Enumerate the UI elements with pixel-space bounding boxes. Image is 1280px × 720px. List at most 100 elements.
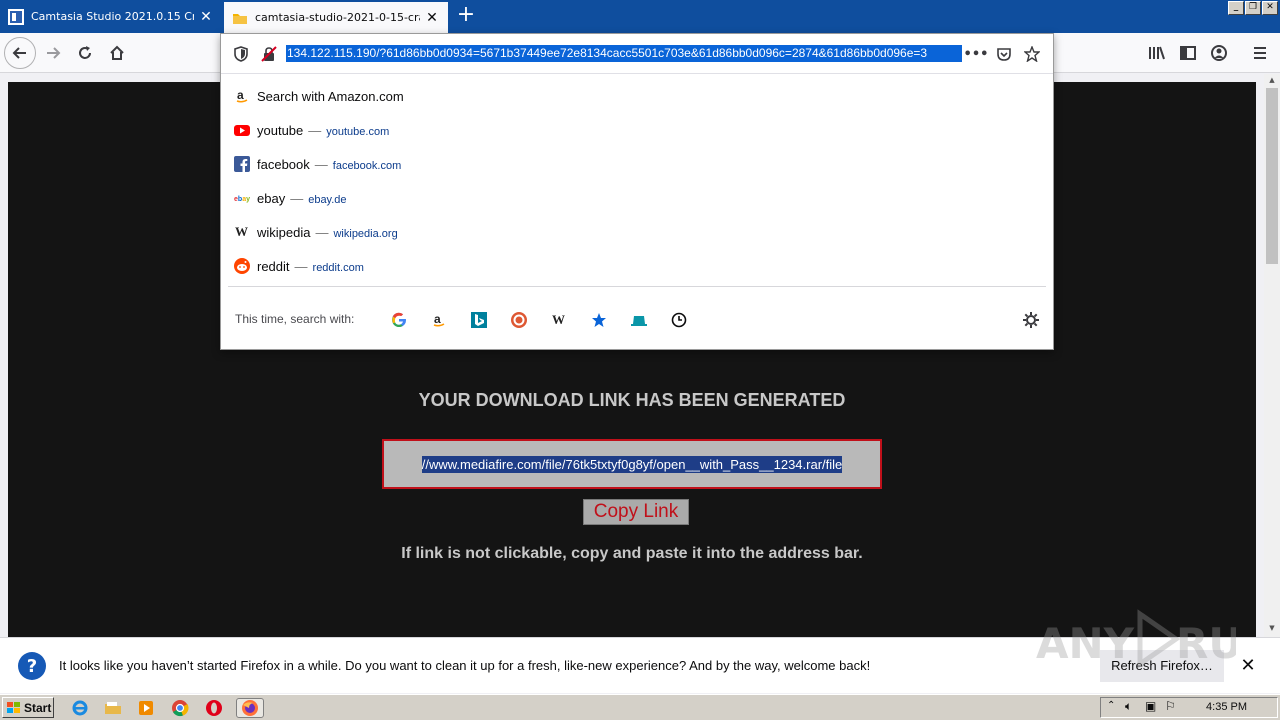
tray-expand-icon[interactable]: ⌃: [1107, 700, 1115, 711]
action-center-flag-icon[interactable]: ⚐: [1165, 699, 1176, 713]
suggestion-ebay[interactable]: ebay ebay — ebay.de: [221, 181, 1053, 215]
wikipedia-icon[interactable]: W: [549, 310, 569, 330]
download-link-box[interactable]: //www.mediafire.com/file/76tk5txtyf0g8yf…: [382, 439, 882, 489]
file-explorer-icon[interactable]: [103, 698, 123, 718]
scroll-up-icon[interactable]: ▲: [1266, 76, 1278, 86]
forward-button[interactable]: [38, 38, 68, 68]
urlbar[interactable]: 134.122.115.190/?61d86bb0d0934=5671b3744…: [221, 34, 1053, 74]
restore-button[interactable]: ❐: [1245, 1, 1261, 15]
media-player-icon[interactable]: [136, 698, 156, 718]
windows-taskbar: Start ⌃ 🔈︎ ▣ ⚐ 4:35 PM: [0, 694, 1280, 720]
home-button[interactable]: [102, 38, 132, 68]
page-actions-button[interactable]: •••: [964, 45, 989, 63]
notification-message: It looks like you haven’t started Firefo…: [59, 658, 871, 673]
dropdown-divider: [228, 286, 1046, 287]
new-tab-button[interactable]: +: [454, 4, 478, 28]
urlbar-dropdown: 134.122.115.190/?61d86bb0d0934=5671b3744…: [220, 33, 1054, 350]
suggestion-youtube[interactable]: youtube — youtube.com: [221, 113, 1053, 147]
suggestion-label: wikipedia: [257, 224, 311, 240]
suggestion-separator: —: [294, 258, 308, 274]
sidebar-button[interactable]: [1173, 38, 1203, 68]
clock[interactable]: 4:35 PM: [1206, 701, 1247, 713]
tab-close-icon[interactable]: ✕: [198, 9, 214, 25]
sidebar-icon: [1180, 46, 1196, 60]
firefox-taskbar-button[interactable]: [236, 698, 264, 718]
tab-title: camtasia-studio-2021-0-15-crack: [255, 11, 420, 24]
suggestion-search-amazon[interactable]: a Search with Amazon.com: [221, 79, 1053, 113]
bookmarks-icon[interactable]: [589, 310, 609, 330]
tabs-icon[interactable]: [629, 310, 649, 330]
tab-close-icon[interactable]: ✕: [424, 10, 440, 26]
arrow-right-icon: [47, 47, 61, 59]
svg-text:W: W: [235, 224, 248, 239]
ebay-icon: ebay: [234, 190, 250, 206]
scroll-down-icon[interactable]: ▼: [1266, 624, 1278, 634]
suggestion-url: facebook.com: [332, 159, 402, 172]
download-heading: YOUR DOWNLOAD LINK HAS BEEN GENERATED: [418, 390, 846, 410]
watermark-logo: ANY RUN: [1036, 604, 1278, 674]
reddit-icon: [234, 258, 250, 274]
suggestion-label: Search with Amazon.com: [257, 88, 404, 104]
reload-icon: [79, 46, 91, 59]
suggestion-reddit[interactable]: reddit — reddit.com: [221, 249, 1053, 283]
suggestion-separator: —: [314, 156, 328, 172]
account-button[interactable]: [1204, 38, 1234, 68]
folder-icon: [232, 10, 248, 26]
suggestion-wikipedia[interactable]: W wikipedia — wikipedia.org: [221, 215, 1053, 249]
tab-title: Camtasia Studio 2021.0.15 Crack: [31, 10, 194, 23]
close-window-button[interactable]: ✕: [1262, 1, 1278, 15]
google-icon[interactable]: [389, 310, 409, 330]
menu-button[interactable]: [1245, 38, 1275, 68]
copy-link-button[interactable]: Copy Link: [583, 499, 689, 525]
youtube-icon: [234, 122, 250, 138]
suggestion-url: wikipedia.org: [333, 227, 398, 240]
one-off-search-label: This time, search with:: [235, 312, 355, 326]
start-button[interactable]: Start: [2, 697, 54, 718]
tab-camtasia-crack[interactable]: Camtasia Studio 2021.0.15 Crack ✕: [0, 0, 222, 33]
reload-button[interactable]: [70, 38, 100, 68]
suggestion-separator: —: [315, 224, 329, 240]
svg-text:RUN: RUN: [1176, 619, 1236, 668]
volume-icon[interactable]: 🔈︎: [1125, 699, 1132, 714]
back-button[interactable]: [4, 37, 36, 69]
tab-camtasia-download[interactable]: camtasia-studio-2021-0-15-crack ✕: [224, 2, 448, 33]
opera-icon[interactable]: [204, 698, 224, 718]
svg-text:W: W: [552, 312, 565, 327]
duckduckgo-icon[interactable]: [509, 310, 529, 330]
amazon-icon[interactable]: a: [429, 310, 449, 330]
windows-logo-icon: [7, 701, 20, 713]
tab-strip: Camtasia Studio 2021.0.15 Crack ✕ camtas…: [0, 0, 1280, 33]
suggestion-separator: —: [308, 122, 322, 138]
arrow-left-icon: [12, 47, 26, 59]
history-icon[interactable]: [669, 310, 689, 330]
insecure-lock-icon[interactable]: [260, 45, 278, 63]
tracking-shield-icon[interactable]: [232, 45, 250, 63]
bing-icon[interactable]: [469, 310, 489, 330]
search-settings-gear-icon[interactable]: [1021, 310, 1041, 330]
suggestion-label: facebook: [257, 156, 310, 172]
network-icon[interactable]: ▣: [1145, 699, 1156, 713]
library-icon: [1149, 46, 1165, 60]
amazon-icon: a: [234, 88, 250, 104]
facebook-icon: [234, 156, 250, 172]
bookmark-star-icon[interactable]: [1023, 45, 1041, 63]
chrome-icon[interactable]: [170, 698, 190, 718]
svg-text:ebay: ebay: [234, 196, 250, 203]
start-label: Start: [24, 700, 52, 715]
url-input[interactable]: 134.122.115.190/?61d86bb0d0934=5671b3744…: [286, 45, 962, 62]
minimize-button[interactable]: _: [1228, 1, 1244, 15]
pocket-icon[interactable]: [995, 45, 1013, 63]
internet-explorer-icon[interactable]: [70, 698, 90, 718]
suggestion-url: ebay.de: [308, 193, 347, 206]
suggestion-label: reddit: [257, 258, 290, 274]
scrollbar-thumb[interactable]: [1266, 88, 1278, 264]
wikipedia-icon: W: [234, 224, 250, 240]
download-link[interactable]: //www.mediafire.com/file/76tk5txtyf0g8yf…: [421, 455, 843, 473]
suggestion-label: ebay: [257, 190, 286, 206]
firefox-icon: [242, 700, 258, 716]
suggestion-facebook[interactable]: facebook — facebook.com: [221, 147, 1053, 181]
notification-close-icon[interactable]: ✕: [1238, 656, 1258, 676]
library-button[interactable]: [1142, 38, 1172, 68]
question-icon: ?: [18, 652, 46, 680]
hamburger-menu-icon: [1254, 47, 1266, 59]
